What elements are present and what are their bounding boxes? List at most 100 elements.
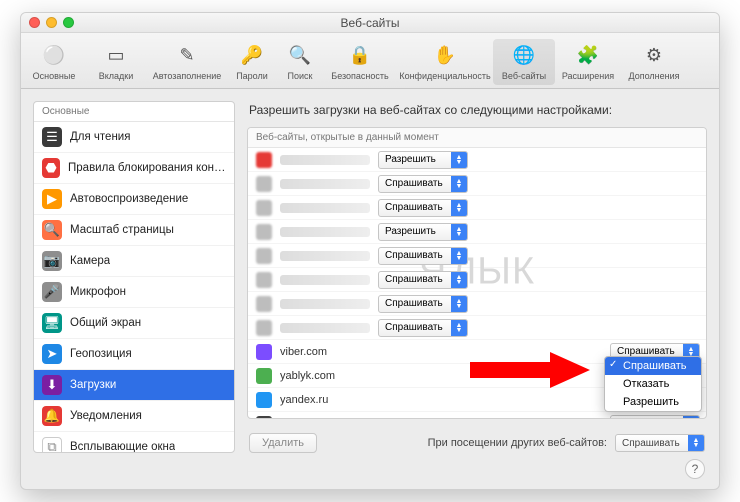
sidebar-item-label: Загрузки: [70, 379, 116, 391]
sidebar-item-7[interactable]: ➤Геопозиция: [34, 339, 234, 370]
site-favicon: [256, 344, 272, 360]
site-favicon: [256, 392, 272, 408]
chevron-up-down-icon: ▲▼: [451, 296, 467, 312]
tab-websites[interactable]: 🌐 Веб-сайты: [493, 39, 555, 85]
sidebar-item-label: Всплывающие окна: [70, 441, 175, 453]
tab-extensions[interactable]: 🧩 Расширения: [555, 39, 621, 85]
key-icon: 🔑: [239, 43, 265, 69]
list-header: Веб-сайты, открытые в данный момент: [248, 128, 706, 148]
table-row[interactable]: Спрашивать▲▼: [248, 172, 706, 196]
list-footer: Удалить При посещении других веб-сайтов:…: [247, 425, 707, 453]
tab-label: Расширения: [562, 71, 614, 81]
menu-item[interactable]: Спрашивать: [605, 357, 701, 375]
footer-label: При посещении других веб-сайтов:: [428, 437, 607, 449]
permission-select[interactable]: Спрашивать▲▼: [378, 199, 468, 217]
delete-button[interactable]: Удалить: [249, 433, 317, 453]
tab-label: Вкладки: [99, 71, 134, 81]
sidebar-item-label: Уведомления: [70, 410, 142, 422]
sidebar-item-icon: ⧉: [42, 437, 62, 453]
autofill-icon: ✎: [174, 43, 200, 69]
chevron-up-down-icon: ▲▼: [688, 435, 704, 451]
permission-select[interactable]: Спрашивать▲▼: [378, 295, 468, 313]
chevron-up-down-icon: ▲▼: [451, 320, 467, 336]
tab-security[interactable]: 🔒 Безопасность: [323, 39, 397, 85]
sidebar-item-label: Камера: [70, 255, 110, 267]
sidebar-item-label: Микрофон: [70, 286, 126, 298]
permission-select[interactable]: Спрашивать▲▼: [378, 271, 468, 289]
help-button[interactable]: ?: [685, 459, 705, 479]
tab-tabs[interactable]: ▭ Вкладки: [85, 39, 147, 85]
default-permission-select[interactable]: Спрашивать ▲▼: [615, 434, 705, 452]
globe-icon: 🌐: [511, 43, 537, 69]
chevron-up-down-icon: ▲▼: [451, 272, 467, 288]
sidebar-item-label: Масштаб страницы: [70, 224, 174, 236]
permission-select[interactable]: Разрешить▲▼: [378, 223, 468, 241]
sidebar-item-icon: ▶: [42, 189, 62, 209]
site-domain: [280, 203, 370, 213]
chevron-up-down-icon: ▲▼: [451, 176, 467, 192]
tab-privacy[interactable]: ✋ Конфиденциальность: [397, 39, 493, 85]
permission-select[interactable]: Спрашивать▲▼: [378, 319, 468, 337]
main-panel: Разрешить загрузки на веб-сайтах со след…: [247, 101, 707, 453]
sidebar-item-8[interactable]: ⬇Загрузки: [34, 370, 234, 401]
window-title: Веб-сайты: [21, 16, 719, 30]
sidebar-item-icon: 🖥: [42, 313, 62, 333]
tab-passwords[interactable]: 🔑 Пароли: [227, 39, 277, 85]
tab-autofill[interactable]: ✎ Автозаполнение: [147, 39, 227, 85]
permission-select[interactable]: Спрашивать▲▼: [610, 415, 700, 419]
permission-dropdown-menu[interactable]: СпрашиватьОтказатьРазрешить: [604, 356, 702, 412]
tab-general[interactable]: ⚪ Основные: [23, 39, 85, 85]
site-favicon: [256, 224, 272, 240]
table-row[interactable]: Разрешить▲▼: [248, 220, 706, 244]
site-domain: [280, 155, 370, 165]
sidebar-item-10[interactable]: ⧉ Всплывающие окна: [34, 432, 234, 453]
site-favicon: [256, 368, 272, 384]
tabs-icon: ▭: [103, 43, 129, 69]
sidebar-item-2[interactable]: ▶ Автовоспроизведение: [34, 184, 234, 215]
site-domain: [280, 227, 370, 237]
table-row[interactable]: Спрашивать▲▼: [248, 244, 706, 268]
gear-icon: ⚙: [641, 43, 667, 69]
sidebar: Основные ☰Для чтения⬣Правила блокировани…: [33, 101, 235, 453]
site-favicon: [256, 272, 272, 288]
websites-list: Веб-сайты, открытые в данный момент ЯЛЫК…: [247, 127, 707, 419]
tab-label: Пароли: [236, 71, 268, 81]
table-row[interactable]: zen.yandex.ruСпрашивать▲▼: [248, 412, 706, 418]
site-favicon: [256, 320, 272, 336]
permission-select[interactable]: Спрашивать▲▼: [378, 175, 468, 193]
sidebar-item-3[interactable]: 🔍Масштаб страницы: [34, 215, 234, 246]
tab-label: Веб-сайты: [502, 71, 546, 81]
permission-select[interactable]: Спрашивать▲▼: [378, 247, 468, 265]
menu-item[interactable]: Разрешить: [605, 393, 701, 411]
sidebar-item-label: Автовоспроизведение: [70, 193, 188, 205]
sidebar-item-1[interactable]: ⬣Правила блокирования контента: [34, 153, 234, 184]
sidebar-item-6[interactable]: 🖥Общий экран: [34, 308, 234, 339]
site-domain: [280, 323, 370, 333]
permission-select[interactable]: Разрешить▲▼: [378, 151, 468, 169]
tab-advanced[interactable]: ⚙ Дополнения: [621, 39, 687, 85]
sidebar-item-4[interactable]: 📷 Камера: [34, 246, 234, 277]
table-row[interactable]: Спрашивать▲▼: [248, 268, 706, 292]
site-favicon: [256, 176, 272, 192]
table-row[interactable]: Спрашивать▲▼: [248, 292, 706, 316]
chevron-up-down-icon: ▲▼: [451, 248, 467, 264]
preferences-window: Веб-сайты ⚪ Основные ▭ Вкладки ✎ Автозап…: [20, 12, 720, 490]
chevron-up-down-icon: ▲▼: [451, 200, 467, 216]
sidebar-item-0[interactable]: ☰Для чтения: [34, 122, 234, 153]
main-heading: Разрешить загрузки на веб-сайтах со след…: [247, 101, 707, 121]
sidebar-item-icon: ☰: [42, 127, 62, 147]
sidebar-header: Основные: [34, 102, 234, 122]
site-favicon: [256, 248, 272, 264]
sidebar-item-5[interactable]: 🎤Микрофон: [34, 277, 234, 308]
menu-item[interactable]: Отказать: [605, 375, 701, 393]
table-row[interactable]: Разрешить▲▼: [248, 148, 706, 172]
site-domain: [280, 179, 370, 189]
sidebar-item-icon: 📷: [42, 251, 62, 271]
chevron-up-down-icon: ▲▼: [683, 416, 699, 419]
table-row[interactable]: Спрашивать▲▼: [248, 196, 706, 220]
sidebar-item-label: Геопозиция: [70, 348, 132, 360]
sidebar-item-9[interactable]: 🔔Уведомления: [34, 401, 234, 432]
tab-search[interactable]: 🔍 Поиск: [277, 39, 323, 85]
table-row[interactable]: Спрашивать▲▼: [248, 316, 706, 340]
general-icon: ⚪: [41, 43, 67, 69]
